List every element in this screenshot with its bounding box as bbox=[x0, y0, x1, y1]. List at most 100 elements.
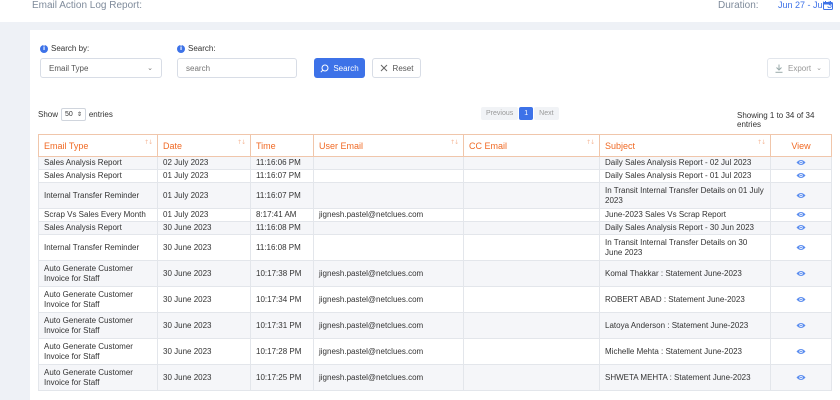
chevron-down-icon: ⌄ bbox=[147, 64, 153, 72]
cell-time: 10:17:31 PM bbox=[250, 312, 314, 339]
pagination-next[interactable]: Next bbox=[534, 107, 559, 120]
col-header-user-email[interactable]: User Email ↑↓ bbox=[313, 134, 464, 157]
search-button-label: Search bbox=[333, 63, 359, 73]
cell-subject: Komal Thakkar : Statement June-2023 bbox=[599, 260, 771, 287]
duration-label: Duration: bbox=[718, 0, 759, 11]
info-icon: i bbox=[177, 44, 185, 53]
table-info: Showing 1 to 34 of 34 entries bbox=[737, 111, 815, 129]
eye-icon[interactable] bbox=[796, 374, 806, 381]
cell-email-type: Sales Analysis Report bbox=[38, 169, 158, 183]
search-by-label-wrap: i Search by: bbox=[40, 44, 89, 53]
page-length-control: Show 50 ⇕ entries bbox=[38, 108, 113, 121]
search-label-wrap: i Search: bbox=[177, 44, 216, 53]
cell-user-email bbox=[313, 156, 464, 170]
cell-email-type: Auto Generate Customer Invoice for Staff bbox=[38, 364, 158, 391]
eye-icon[interactable] bbox=[796, 224, 806, 231]
email-log-table: Email Type ↑↓ Date ↑↓ Time User Email ↑↓ CC… bbox=[38, 134, 832, 391]
reset-button-label: Reset bbox=[392, 63, 414, 73]
search-by-select[interactable]: Email Type ⌄ bbox=[40, 58, 162, 78]
cell-date: 30 June 2023 bbox=[157, 286, 251, 313]
cell-subject: Daily Sales Analysis Report - 30 Jun 202… bbox=[599, 221, 771, 235]
table-row: Auto Generate Customer Invoice for Staff… bbox=[38, 260, 832, 287]
cell-date: 30 June 2023 bbox=[157, 221, 251, 235]
show-label: Show bbox=[38, 110, 59, 119]
cell-date: 30 June 2023 bbox=[157, 312, 251, 339]
cell-view bbox=[770, 312, 832, 339]
cell-email-type: Internal Transfer Reminder bbox=[38, 182, 158, 209]
cell-view bbox=[770, 156, 832, 170]
search-input[interactable] bbox=[177, 58, 297, 78]
search-button[interactable]: Search bbox=[314, 58, 365, 78]
calendar-icon[interactable] bbox=[823, 1, 833, 10]
sort-icon: ↑↓ bbox=[756, 139, 766, 146]
entries-label: entries bbox=[88, 110, 113, 119]
cell-user-email: jignesh.pastel@netclues.com bbox=[313, 286, 464, 313]
cell-email-type: Auto Generate Customer Invoice for Staff bbox=[38, 312, 158, 339]
cell-time: 11:16:06 PM bbox=[250, 156, 314, 170]
eye-icon[interactable] bbox=[796, 192, 806, 199]
cell-cc-email bbox=[463, 364, 600, 391]
cell-time: 8:17:41 AM bbox=[250, 208, 314, 222]
col-header-cc-email[interactable]: CC Email ↑↓ bbox=[463, 134, 600, 157]
cell-subject: Michelle Mehta : Statement June-2023 bbox=[599, 338, 771, 365]
cell-cc-email bbox=[463, 169, 600, 183]
cell-view bbox=[770, 364, 832, 391]
cell-subject: SHWETA MEHTA : Statement June-2023 bbox=[599, 364, 771, 391]
page-title: Email Action Log Report: bbox=[32, 0, 143, 11]
cell-date: 02 July 2023 bbox=[157, 156, 251, 170]
cell-view bbox=[770, 338, 832, 365]
table-row: Auto Generate Customer Invoice for Staff… bbox=[38, 286, 832, 313]
cell-user-email bbox=[313, 234, 464, 261]
cell-date: 30 June 2023 bbox=[157, 364, 251, 391]
cell-cc-email bbox=[463, 221, 600, 235]
cell-date: 30 June 2023 bbox=[157, 260, 251, 287]
cell-subject: Daily Sales Analysis Report - 01 Jul 202… bbox=[599, 169, 771, 183]
eye-icon[interactable] bbox=[796, 159, 806, 166]
top-bar: Email Action Log Report: Duration: Jun 2… bbox=[0, 0, 840, 22]
cell-cc-email bbox=[463, 234, 600, 261]
chevron-down-icon: ⌄ bbox=[816, 64, 822, 72]
cell-user-email: jignesh.pastel@netclues.com bbox=[313, 364, 464, 391]
cell-time: 10:17:28 PM bbox=[250, 338, 314, 365]
search-icon bbox=[320, 64, 329, 73]
pagination-previous[interactable]: Previous bbox=[481, 107, 519, 120]
eye-icon[interactable] bbox=[796, 348, 806, 355]
page-length-select[interactable]: 50 ⇕ bbox=[61, 108, 86, 121]
table-row: Auto Generate Customer Invoice for Staff… bbox=[38, 312, 832, 339]
eye-icon[interactable] bbox=[796, 296, 806, 303]
table-row: Auto Generate Customer Invoice for Staff… bbox=[38, 338, 832, 365]
download-icon bbox=[775, 64, 783, 73]
cell-email-type: Internal Transfer Reminder bbox=[38, 234, 158, 261]
sort-icon: ↑↓ bbox=[143, 139, 153, 146]
cell-time: 11:16:08 PM bbox=[250, 221, 314, 235]
cell-view bbox=[770, 169, 832, 183]
sort-icon: ↑↓ bbox=[585, 139, 595, 146]
cell-user-email bbox=[313, 169, 464, 183]
search-by-label: Search by: bbox=[51, 44, 90, 53]
cell-time: 11:16:07 PM bbox=[250, 182, 314, 209]
cell-email-type: Auto Generate Customer Invoice for Staff bbox=[38, 338, 158, 365]
cell-cc-email bbox=[463, 156, 600, 170]
sort-icon: ↑↓ bbox=[449, 139, 459, 146]
search-by-value: Email Type bbox=[49, 63, 89, 73]
cell-email-type: Auto Generate Customer Invoice for Staff bbox=[38, 286, 158, 313]
col-header-date[interactable]: Date ↑↓ bbox=[157, 134, 251, 157]
pagination-page-1[interactable]: 1 bbox=[519, 107, 534, 120]
cell-subject: In Transit Internal Transfer Details on … bbox=[599, 234, 771, 261]
pagination: Previous 1 Next bbox=[481, 107, 559, 120]
reset-button[interactable]: Reset bbox=[372, 58, 421, 78]
col-header-email-type[interactable]: Email Type ↑↓ bbox=[38, 134, 158, 157]
col-header-subject[interactable]: Subject ↑↓ bbox=[599, 134, 771, 157]
info-icon: i bbox=[40, 44, 48, 53]
table-row: Internal Transfer Reminder 30 June 2023 11… bbox=[38, 234, 832, 261]
eye-icon[interactable] bbox=[796, 211, 806, 218]
export-button[interactable]: Export ⌄ bbox=[767, 58, 830, 78]
cell-view bbox=[770, 182, 832, 209]
eye-icon[interactable] bbox=[796, 322, 806, 329]
cell-cc-email bbox=[463, 182, 600, 209]
cell-time: 10:17:34 PM bbox=[250, 286, 314, 313]
eye-icon[interactable] bbox=[796, 172, 806, 179]
eye-icon[interactable] bbox=[796, 270, 806, 277]
table-row: Scrap Vs Sales Every Month 01 July 2023 8:… bbox=[38, 208, 832, 222]
eye-icon[interactable] bbox=[796, 244, 806, 251]
